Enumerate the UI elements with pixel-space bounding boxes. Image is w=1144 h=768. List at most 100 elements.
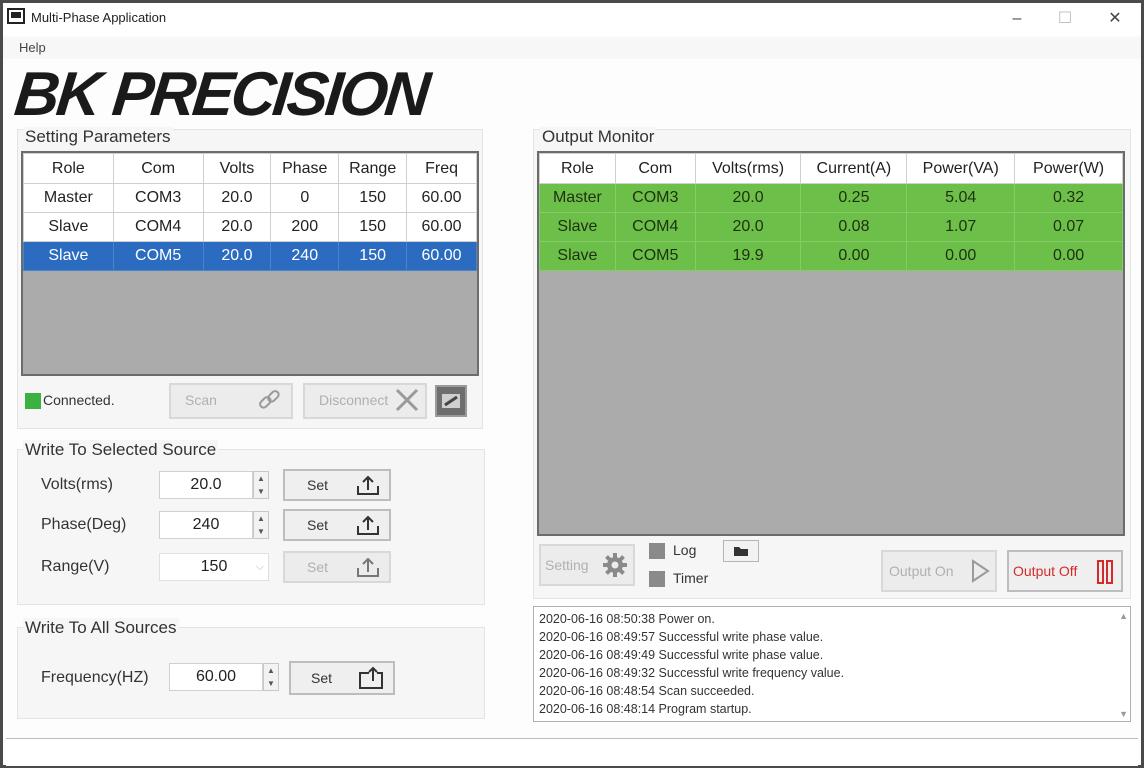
table-cell: 60.00 <box>406 212 477 242</box>
table-cell: 60.00 <box>406 241 477 271</box>
disconnect-x-icon <box>393 385 421 425</box>
column-header[interactable]: Com <box>614 153 696 184</box>
setting-parameters-table[interactable]: Role Com Volts Phase Range Freq Master C… <box>21 151 479 376</box>
log-line: 2020-06-16 08:49:49 Successful write pha… <box>539 648 824 662</box>
range-select[interactable]: 150 ⌵ <box>159 553 269 581</box>
window-title: Multi-Phase Application <box>31 10 167 25</box>
output-monitor-title: Output Monitor <box>540 127 657 147</box>
table-cell: 20.0 <box>694 183 802 213</box>
column-header[interactable]: Freq <box>406 153 477 184</box>
set-volts-button[interactable]: Set <box>283 469 391 501</box>
setting-button-label: Setting <box>545 557 589 573</box>
table-cell: 1.07 <box>906 212 1016 242</box>
column-header[interactable]: Phase <box>270 153 340 184</box>
timer-label: Timer <box>673 570 709 586</box>
disconnect-button[interactable]: Disconnect <box>303 383 427 419</box>
volts-input[interactable]: 20.0 <box>159 471 253 499</box>
range-label: Range(V) <box>41 558 110 575</box>
frequency-stepper[interactable]: ▲ ▼ <box>263 663 279 691</box>
column-header[interactable]: Role <box>23 153 114 184</box>
frequency-input[interactable]: 60.00 <box>169 663 263 691</box>
column-header[interactable]: Volts <box>202 153 272 184</box>
volts-label: Volts(rms) <box>41 476 113 493</box>
close-button[interactable]: ✕ <box>1095 5 1135 33</box>
upload-icon <box>355 473 381 506</box>
table-row[interactable]: Master COM3 20.0 0 150 60.00 <box>23 183 477 213</box>
set-frequency-button[interactable]: Set <box>289 661 395 695</box>
output-on-button[interactable]: Output On <box>881 550 997 592</box>
column-header[interactable]: Power(VA) <box>906 153 1016 184</box>
output-monitor-table[interactable]: Role Com Volts(rms) Current(A) Power(VA)… <box>537 151 1125 536</box>
table-cell: 20.0 <box>202 241 272 271</box>
table-header: Role Com Volts(rms) Current(A) Power(VA)… <box>539 153 1123 184</box>
connection-status-text: Connected. <box>43 392 115 408</box>
scan-button-label: Scan <box>185 392 217 408</box>
timer-checkbox[interactable] <box>649 571 665 587</box>
table-cell: 60.00 <box>406 183 477 213</box>
table-cell: 150 <box>338 241 408 271</box>
upload-icon <box>355 513 381 546</box>
write-all-title: Write To All Sources <box>23 618 179 638</box>
log-line: 2020-06-16 08:48:54 Scan succeeded. <box>539 684 755 698</box>
table-cell: Master <box>23 183 114 213</box>
scroll-down-arrow[interactable]: ▼ <box>1119 709 1128 719</box>
table-cell: Slave <box>23 241 114 271</box>
export-icon <box>357 665 385 701</box>
range-selected-value: 150 <box>200 558 228 575</box>
table-header: Role Com Volts Phase Range Freq <box>23 153 477 184</box>
play-icon <box>969 558 991 598</box>
table-cell: Slave <box>539 241 616 271</box>
log-label: Log <box>673 542 697 558</box>
log-panel[interactable]: 2020-06-16 08:50:38 Power on. 2020-06-16… <box>533 606 1131 722</box>
column-header[interactable]: Role <box>539 153 616 184</box>
folder-icon[interactable] <box>723 540 759 562</box>
table-row[interactable]: Master COM3 20.0 0.25 5.04 0.32 <box>539 183 1123 213</box>
set-range-button[interactable]: Set <box>283 551 391 583</box>
table-cell: 0 <box>270 183 340 213</box>
title-bar: Multi-Phase Application – ☐ ✕ <box>3 3 1141 35</box>
table-row[interactable]: Slave COM4 20.0 200 150 60.00 <box>23 212 477 242</box>
scroll-up-arrow[interactable]: ▲ <box>1119 611 1128 621</box>
log-checkbox[interactable] <box>649 543 665 559</box>
table-cell: Master <box>539 183 616 213</box>
column-header[interactable]: Range <box>338 153 408 184</box>
set-frequency-label: Set <box>311 670 333 686</box>
scan-button[interactable]: Scan <box>169 383 293 419</box>
setting-button[interactable]: Setting <box>539 544 635 586</box>
column-header[interactable]: Com <box>112 153 204 184</box>
minimize-button[interactable]: – <box>997 5 1037 33</box>
output-on-label: Output On <box>889 563 954 579</box>
settings-tool-icon[interactable] <box>435 385 467 417</box>
column-header[interactable]: Power(W) <box>1014 153 1123 184</box>
table-cell: Slave <box>23 212 114 242</box>
log-line: 2020-06-16 08:49:32 Successful write fre… <box>539 666 845 680</box>
maximize-button[interactable]: ☐ <box>1045 5 1085 33</box>
table-cell: 0.00 <box>800 241 908 271</box>
table-row[interactable]: Slave COM4 20.0 0.08 1.07 0.07 <box>539 212 1123 242</box>
pause-icon <box>1095 558 1115 600</box>
setting-parameters-title: Setting Parameters <box>23 127 173 147</box>
phase-input[interactable]: 240 <box>159 511 253 539</box>
frequency-label: Frequency(HZ) <box>41 669 149 686</box>
table-row[interactable]: Slave COM5 19.9 0.00 0.00 0.00 <box>539 241 1123 271</box>
table-cell: COM4 <box>614 212 696 242</box>
table-cell: 5.04 <box>906 183 1016 213</box>
table-cell: COM5 <box>614 241 696 271</box>
table-cell: Slave <box>539 212 616 242</box>
volts-stepper[interactable]: ▲ ▼ <box>253 471 269 499</box>
table-cell: 0.00 <box>906 241 1016 271</box>
table-row-selected[interactable]: Slave COM5 20.0 240 150 60.00 <box>23 241 477 271</box>
table-cell: 150 <box>338 212 408 242</box>
table-cell: 200 <box>270 212 340 242</box>
phase-stepper[interactable]: ▲ ▼ <box>253 511 269 539</box>
write-selected-title: Write To Selected Source <box>23 440 219 460</box>
gear-icon <box>601 551 629 593</box>
table-cell: 150 <box>338 183 408 213</box>
output-off-button[interactable]: Output Off <box>1007 550 1123 592</box>
set-phase-button[interactable]: Set <box>283 509 391 541</box>
menu-help[interactable]: Help <box>19 40 46 55</box>
table-cell: COM4 <box>112 212 204 242</box>
column-header[interactable]: Volts(rms) <box>694 153 802 184</box>
column-header[interactable]: Current(A) <box>800 153 908 184</box>
log-line: 2020-06-16 08:49:57 Successful write pha… <box>539 630 824 644</box>
